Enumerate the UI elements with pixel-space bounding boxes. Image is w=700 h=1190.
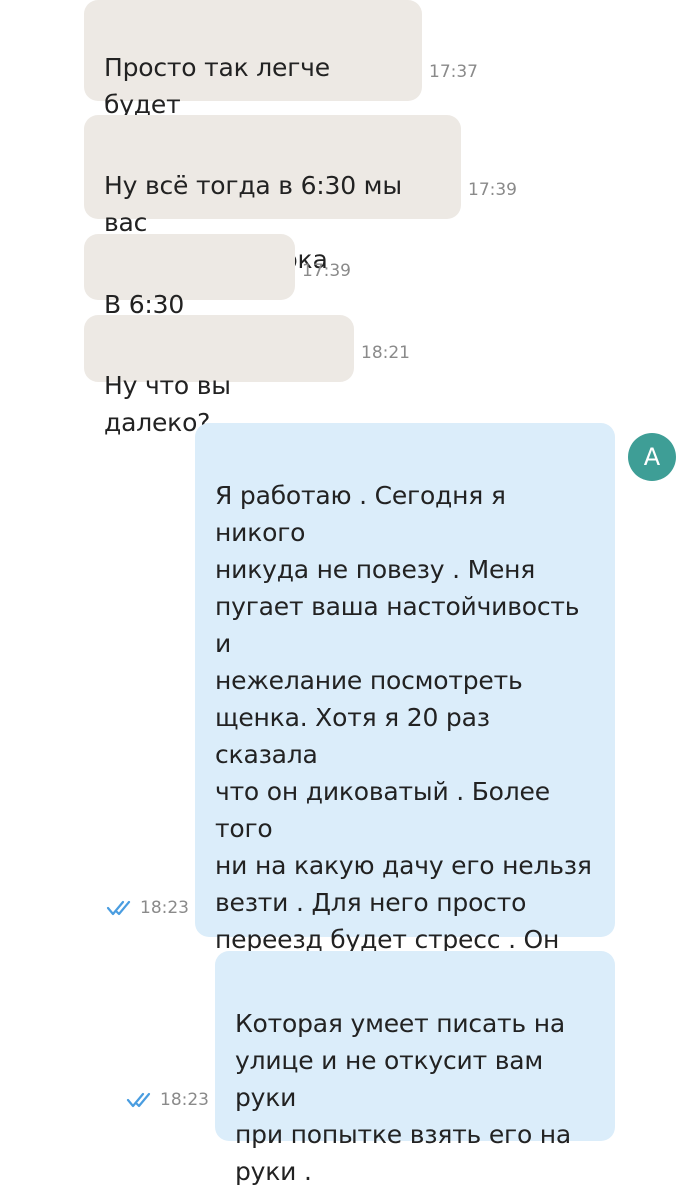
chat-area[interactable]: Просто так легче будет общаться 17:37 Ну… (0, 0, 700, 1186)
message-time: 17:37 (429, 62, 478, 82)
avatar[interactable]: A (628, 433, 676, 481)
message-time: 17:39 (468, 180, 517, 200)
incoming-message-bubble[interactable]: В 6:30 вечера (84, 234, 295, 356)
message-time: 18:21 (361, 343, 410, 363)
incoming-message-bubble[interactable]: Ну всё тогда в 6:30 мы вас ждём у зоопар… (84, 115, 461, 274)
message-time: 18:23 (140, 898, 189, 918)
message-time: 18:23 (160, 1090, 209, 1110)
outgoing-message-bubble[interactable]: Которая умеет писать на улице и не откус… (215, 951, 615, 1186)
double-check-icon (126, 1092, 151, 1108)
incoming-message-bubble[interactable]: Просто так легче будет общаться (84, 0, 422, 156)
message-text: Которая умеет писать на улице и не откус… (235, 1009, 572, 1186)
incoming-message-bubble[interactable]: Ну что вы далеко? (84, 315, 354, 437)
double-check-icon (106, 900, 131, 916)
outgoing-message-bubble[interactable]: Я работаю . Сегодня я никого никуда не п… (195, 423, 615, 1139)
message-time: 17:39 (302, 261, 351, 281)
